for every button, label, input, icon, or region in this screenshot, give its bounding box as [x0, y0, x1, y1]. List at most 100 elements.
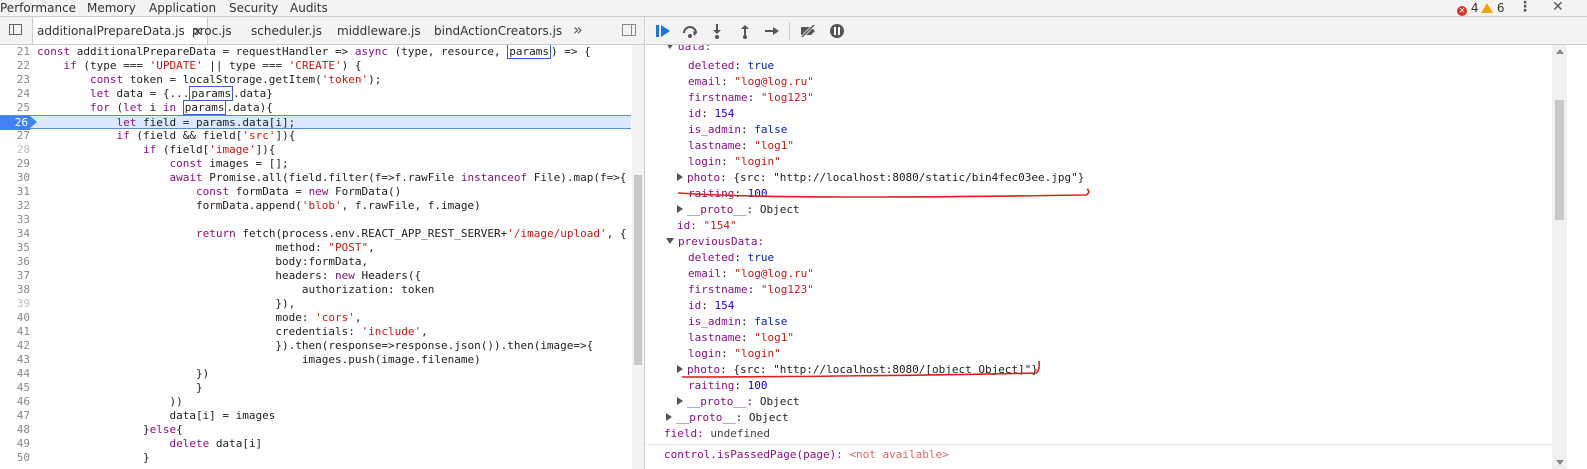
code-line[interactable]: 38 authorization: token: [0, 283, 631, 297]
code-line[interactable]: 32 formData.append('blob', f.rawFile, f.…: [0, 199, 631, 213]
code-line[interactable]: 43 images.push(image.filename): [0, 353, 631, 367]
line-number[interactable]: 47: [0, 409, 30, 423]
code-line[interactable]: 44 }): [0, 367, 631, 381]
code-line[interactable]: 28 if (field['image']){: [0, 143, 631, 157]
line-number[interactable]: 24: [0, 87, 30, 101]
line-number[interactable]: 28: [0, 143, 30, 157]
tab-performance[interactable]: Performance: [0, 1, 76, 15]
scroll-up-icon[interactable]: [1556, 49, 1564, 54]
tab-application[interactable]: Application: [149, 1, 216, 15]
code-line[interactable]: 29 const images = [];: [0, 157, 631, 171]
line-number[interactable]: 42: [0, 339, 30, 353]
line-number[interactable]: 38: [0, 283, 30, 297]
code-line[interactable]: 33: [0, 213, 631, 227]
code-line[interactable]: 23 const token = localStorage.getItem('t…: [0, 73, 631, 87]
deactivate-breakpoints-icon[interactable]: [800, 23, 816, 39]
scope-previous-data-header[interactable]: previousData:: [666, 234, 764, 250]
line-number[interactable]: 29: [0, 157, 30, 171]
warning-counter[interactable]: 6: [1481, 1, 1504, 15]
line-number[interactable]: 21: [0, 45, 30, 59]
line-number[interactable]: 44: [0, 367, 30, 381]
file-tab-proc[interactable]: proc.js: [192, 17, 232, 44]
file-tab-additionalPrepareData[interactable]: additionalPrepareData.js ×: [32, 17, 208, 44]
more-tabs-icon[interactable]: »: [573, 20, 583, 39]
code-line[interactable]: 24 let data = {... params .data}: [0, 86, 631, 101]
line-number[interactable]: 35: [0, 241, 30, 255]
data-proto[interactable]: __proto__: Object: [677, 202, 800, 218]
line-number[interactable]: 26: [0, 116, 37, 130]
code-line[interactable]: 21 const additionalPrepareData = requestH…: [0, 45, 631, 59]
line-number[interactable]: 37: [0, 269, 30, 283]
code-line[interactable]: 31 const formData = new FormData(): [0, 185, 631, 199]
code-line[interactable]: 45 }: [0, 381, 631, 395]
code-line[interactable]: 34 return fetch(process.env.REACT_APP_RE…: [0, 227, 631, 241]
line-number[interactable]: 45: [0, 381, 30, 395]
code-line[interactable]: 47 data[i] = images: [0, 409, 631, 423]
file-tab-bindActionCreators[interactable]: bindActionCreators.js: [434, 17, 562, 44]
line-number[interactable]: 36: [0, 255, 30, 269]
scope-scrollbar[interactable]: [1552, 45, 1567, 469]
line-number[interactable]: 46: [0, 395, 30, 409]
line-number[interactable]: 34: [0, 227, 30, 241]
line-number[interactable]: 27: [0, 129, 30, 143]
code-line[interactable]: 27 if (field && field['src']){: [0, 129, 631, 143]
scope-data-header[interactable]: data:: [666, 45, 711, 55]
code-line[interactable]: 30 await Promise.all(field.filter(f=>f.r…: [0, 171, 631, 185]
error-counter[interactable]: ✕ 4: [1457, 1, 1478, 16]
close-devtools-icon[interactable]: ✕: [1552, 0, 1564, 15]
code-line[interactable]: 49 delete data[i]: [0, 437, 631, 451]
tab-security[interactable]: Security: [229, 1, 278, 15]
editor-scrollbar-thumb[interactable]: [634, 175, 642, 365]
outer-proto[interactable]: __proto__: Object: [666, 410, 789, 426]
line-number[interactable]: 32: [0, 199, 30, 213]
code-line[interactable]: 39 }),: [0, 297, 631, 311]
code-line[interactable]: 26 let field = params.data[i];: [0, 115, 631, 130]
code-line[interactable]: 46 )): [0, 395, 631, 409]
line-number[interactable]: 25: [0, 101, 30, 115]
code-line[interactable]: 40 mode: 'cors',: [0, 311, 631, 325]
line-number[interactable]: 22: [0, 59, 30, 73]
code-line[interactable]: 22 if (type === 'UPDATE' || type === 'CR…: [0, 59, 631, 73]
scroll-down-icon[interactable]: [1556, 460, 1564, 465]
prev-proto[interactable]: __proto__: Object: [677, 394, 800, 410]
file-tab-scheduler[interactable]: scheduler.js: [251, 17, 322, 44]
line-number[interactable]: 43: [0, 353, 30, 367]
line-number[interactable]: 50: [0, 451, 30, 465]
line-number[interactable]: 41: [0, 325, 30, 339]
step-icon[interactable]: [764, 23, 780, 39]
code-line[interactable]: 41 credentials: 'include',: [0, 325, 631, 339]
code-text: )): [37, 395, 183, 408]
line-number[interactable]: 33: [0, 213, 30, 227]
scope-scrollbar-thumb[interactable]: [1555, 100, 1564, 220]
code-editor[interactable]: 21 const additionalPrepareData = requestH…: [0, 45, 631, 469]
toggle-debugger-icon[interactable]: [622, 24, 636, 36]
line-number[interactable]: 30: [0, 171, 30, 185]
step-over-icon[interactable]: [682, 23, 698, 39]
code-line[interactable]: 36 body:formData,: [0, 255, 631, 269]
pause-on-exceptions-icon[interactable]: [829, 23, 845, 39]
step-out-icon[interactable]: [737, 23, 753, 39]
tab-memory[interactable]: Memory: [87, 1, 136, 15]
more-options-icon[interactable]: ⋮: [1518, 0, 1532, 15]
line-number[interactable]: 39: [0, 297, 30, 311]
step-into-icon[interactable]: [709, 23, 725, 39]
watch-expression[interactable]: control.isPassedPage(page): <not availab…: [664, 447, 949, 463]
resume-icon[interactable]: [655, 23, 671, 39]
line-number[interactable]: 31: [0, 185, 30, 199]
code-line[interactable]: 35 method: "POST",: [0, 241, 631, 255]
line-number[interactable]: 48: [0, 423, 30, 437]
code-line[interactable]: 25 for (let i in params .data){: [0, 100, 631, 115]
line-number[interactable]: 49: [0, 437, 30, 451]
code-line[interactable]: 37 headers: new Headers({: [0, 269, 631, 283]
editor-scrollbar[interactable]: [632, 45, 644, 469]
prev-photo[interactable]: photo: {src: "http://localhost:8080/[obj…: [677, 362, 1038, 378]
toggle-navigator-icon[interactable]: [9, 24, 22, 35]
data-photo[interactable]: photo: {src: "http://localhost:8080/stat…: [677, 170, 1084, 186]
code-line[interactable]: 50 }: [0, 451, 631, 465]
line-number[interactable]: 23: [0, 73, 30, 87]
tab-audits[interactable]: Audits: [290, 1, 328, 15]
file-tab-middleware[interactable]: middleware.js: [337, 17, 421, 44]
code-line[interactable]: 48 }else{: [0, 423, 631, 437]
code-line[interactable]: 42 }).then(response=>response.json()).th…: [0, 339, 631, 353]
line-number[interactable]: 40: [0, 311, 30, 325]
